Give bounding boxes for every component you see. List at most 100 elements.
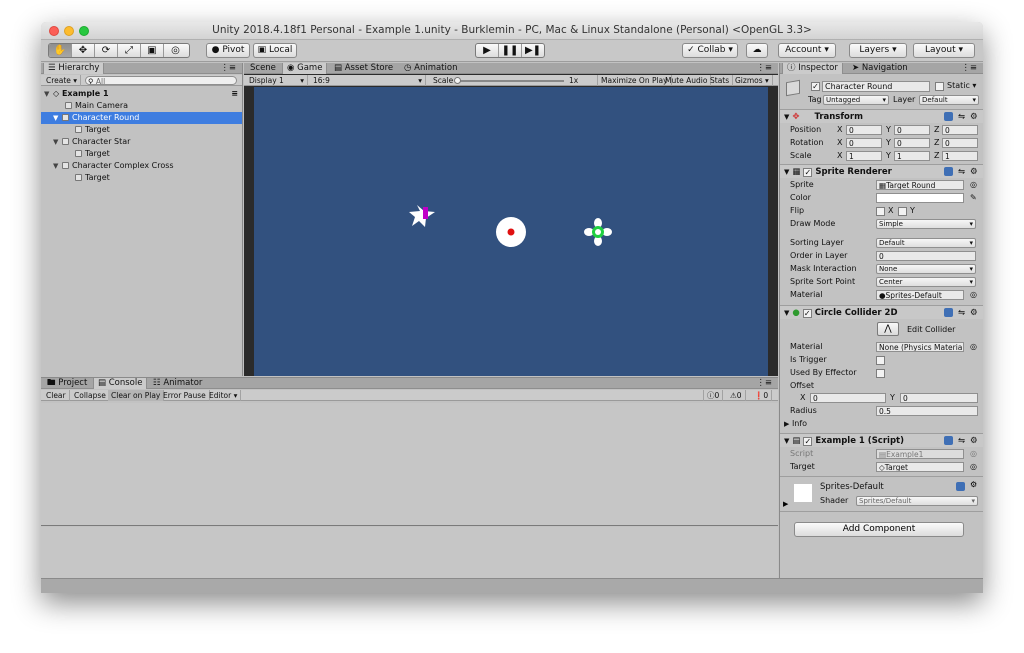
presets-icon[interactable]: ⇋ xyxy=(958,434,965,448)
tab-animation[interactable]: ◷ Animation xyxy=(400,63,461,74)
rotation-x-input[interactable]: 0 xyxy=(846,138,882,148)
presets-icon[interactable]: ⇋ xyxy=(958,165,965,179)
gizmos-dropdown[interactable]: Gizmos ▾ xyxy=(732,75,773,86)
tab-console[interactable]: ▤ Console xyxy=(93,378,148,389)
transform-header[interactable]: ▼ ✥ Transform ⇋ ⚙ xyxy=(780,109,983,123)
edit-collider-button[interactable]: ⋀ xyxy=(877,322,899,336)
log-count-toggle[interactable]: ⓘ0 xyxy=(703,390,724,401)
panel-menu-icon[interactable]: ⋮≡ xyxy=(752,378,776,389)
clear-button[interactable]: Clear xyxy=(43,390,70,401)
play-icon[interactable]: ▶ xyxy=(476,44,499,57)
hierarchy-item[interactable]: ▼ Character Complex Cross xyxy=(41,160,242,172)
sprite-field[interactable]: ▦Target Round xyxy=(876,180,964,190)
color-swatch[interactable] xyxy=(876,193,964,203)
error-pause-toggle[interactable]: Error Pause xyxy=(160,390,210,401)
step-icon[interactable]: ▶❚ xyxy=(522,44,544,57)
hierarchy-item[interactable]: ▼ Character Star xyxy=(41,136,242,148)
console-detail-area[interactable] xyxy=(41,527,778,579)
display-dropdown[interactable]: Display 1 ▾ xyxy=(246,75,308,86)
radius-input[interactable]: 0.5 xyxy=(876,406,978,416)
info-foldout[interactable]: ▶ Info xyxy=(784,418,979,430)
scale-slider[interactable] xyxy=(454,77,564,84)
scale-z-input[interactable]: 1 xyxy=(942,151,978,161)
expand-arrow-icon[interactable]: ▼ xyxy=(53,136,62,148)
gear-icon[interactable]: ⚙ xyxy=(970,480,977,489)
hierarchy-item[interactable]: Target xyxy=(41,172,242,184)
help-icon[interactable] xyxy=(944,436,953,445)
rect-tool-icon[interactable]: ▣ xyxy=(141,44,164,57)
sprite-renderer-enabled-checkbox[interactable]: ✓ xyxy=(803,168,813,177)
scale-y-input[interactable]: 1 xyxy=(894,151,930,161)
rotation-y-input[interactable]: 0 xyxy=(894,138,930,148)
expand-arrow-icon[interactable]: ▼ xyxy=(784,113,789,121)
presets-icon[interactable]: ⇋ xyxy=(958,306,965,320)
object-picker-icon[interactable]: ◎ xyxy=(970,341,977,353)
tab-game[interactable]: ◉ Game xyxy=(282,63,328,74)
object-name-input[interactable]: Character Round xyxy=(822,81,930,92)
help-icon[interactable] xyxy=(944,308,953,317)
object-picker-icon[interactable]: ◎ xyxy=(970,289,977,301)
flip-y-checkbox[interactable] xyxy=(898,207,907,216)
position-x-input[interactable]: 0 xyxy=(846,125,882,135)
layers-dropdown[interactable]: Layers ▾ xyxy=(849,43,907,58)
mask-interaction-dropdown[interactable]: None xyxy=(876,264,976,274)
pause-icon[interactable]: ❚❚ xyxy=(499,44,522,57)
hierarchy-search-input[interactable]: ⚲ All xyxy=(85,76,237,85)
tab-navigation[interactable]: ➤ Navigation xyxy=(848,63,912,74)
local-button[interactable]: ▣ Local xyxy=(253,43,297,58)
expand-arrow-icon[interactable]: ▼ xyxy=(53,112,62,124)
tab-animator[interactable]: ☷ Animator xyxy=(149,378,206,389)
circle-collider-header[interactable]: ▼ ● ✓ Circle Collider 2D ⇋ ⚙ xyxy=(780,305,983,319)
layout-dropdown[interactable]: Layout ▾ xyxy=(913,43,975,58)
expand-arrow-icon[interactable]: ▼ xyxy=(44,88,53,100)
script-header[interactable]: ▼ ▤ ✓ Example 1 (Script) ⇋ ⚙ xyxy=(780,433,983,447)
help-icon[interactable] xyxy=(944,167,953,176)
editor-dropdown[interactable]: Editor ▾ xyxy=(206,390,242,401)
expand-arrow-icon[interactable]: ▼ xyxy=(784,309,789,317)
static-checkbox[interactable] xyxy=(935,82,944,91)
error-count-toggle[interactable]: ❗0 xyxy=(751,390,773,401)
object-picker-icon[interactable]: ◎ xyxy=(970,461,977,473)
sorting-layer-dropdown[interactable]: Default xyxy=(876,238,976,248)
sprite-sort-point-dropdown[interactable]: Center xyxy=(876,277,976,287)
active-checkbox[interactable]: ✓ xyxy=(811,82,820,91)
expand-arrow-icon[interactable]: ▼ xyxy=(53,160,62,172)
rotate-tool-icon[interactable]: ⟳ xyxy=(95,44,118,57)
is-trigger-checkbox[interactable] xyxy=(876,356,885,365)
add-component-button[interactable]: Add Component xyxy=(794,522,964,537)
offset-x-input[interactable]: 0 xyxy=(810,393,886,403)
draw-mode-dropdown[interactable]: Simple xyxy=(876,219,976,229)
help-icon[interactable] xyxy=(956,482,965,491)
position-y-input[interactable]: 0 xyxy=(894,125,930,135)
panel-menu-icon[interactable]: ⋮≡ xyxy=(752,63,776,74)
tab-asset-store[interactable]: ▤ Asset Store xyxy=(330,63,397,74)
cloud-button[interactable]: ☁ xyxy=(746,43,768,58)
collapse-toggle[interactable]: Collapse xyxy=(71,390,110,401)
offset-y-input[interactable]: 0 xyxy=(900,393,978,403)
mute-audio-toggle[interactable]: Mute Audio xyxy=(662,75,712,86)
sprite-renderer-header[interactable]: ▼ ▦ ✓ Sprite Renderer ⇋ ⚙ xyxy=(780,164,983,178)
gear-icon[interactable]: ⚙ xyxy=(970,110,978,124)
hierarchy-item[interactable]: Target xyxy=(41,148,242,160)
panel-menu-icon[interactable]: ⋮≡ xyxy=(957,63,981,74)
hierarchy-item-selected[interactable]: ▼ Character Round xyxy=(41,112,242,124)
shader-dropdown[interactable]: Sprites/Default xyxy=(856,496,978,506)
scene-menu-icon[interactable]: ≡ xyxy=(231,88,238,100)
stats-toggle[interactable]: Stats xyxy=(707,75,734,86)
scale-slider-thumb[interactable] xyxy=(454,77,461,84)
scale-tool-icon[interactable]: ⤢ xyxy=(118,44,141,57)
tab-hierarchy[interactable]: ☰ Hierarchy xyxy=(43,63,105,74)
flip-x-checkbox[interactable] xyxy=(876,207,885,216)
hierarchy-item[interactable]: Main Camera xyxy=(41,100,242,112)
position-z-input[interactable]: 0 xyxy=(942,125,978,135)
pivot-button[interactable]: ● Pivot xyxy=(206,43,250,58)
eyedropper-icon[interactable]: ✎ xyxy=(970,192,977,204)
create-dropdown[interactable]: Create ▾ xyxy=(43,75,82,86)
script-enabled-checkbox[interactable]: ✓ xyxy=(803,437,813,446)
tab-scene[interactable]: Scene xyxy=(246,63,280,74)
maximize-on-play-toggle[interactable]: Maximize On Play xyxy=(597,75,672,86)
layer-dropdown[interactable]: Default xyxy=(919,95,979,105)
help-icon[interactable] xyxy=(944,112,953,121)
aspect-dropdown[interactable]: 16:9 ▾ xyxy=(310,75,426,86)
object-picker-icon[interactable]: ◎ xyxy=(970,179,977,191)
